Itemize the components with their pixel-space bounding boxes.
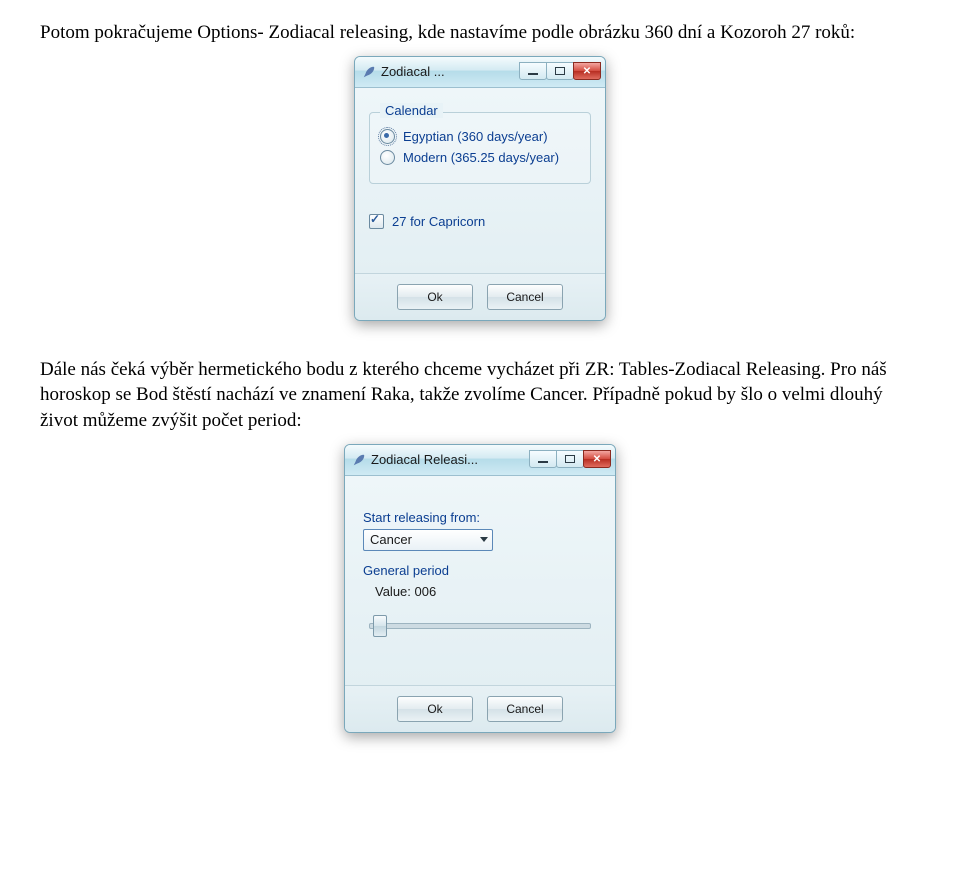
titlebar[interactable]: Zodiacal Releasi... ✕	[345, 445, 615, 476]
maximize-button[interactable]	[546, 62, 574, 80]
start-releasing-label: Start releasing from:	[363, 510, 597, 525]
window-title: Zodiacal ...	[381, 64, 445, 79]
general-period-label: General period	[363, 563, 597, 578]
calendar-group: Calendar Egyptian (360 days/year) Modern…	[369, 112, 591, 184]
minimize-button[interactable]	[519, 62, 547, 80]
chevron-down-icon	[480, 537, 488, 542]
feather-icon	[351, 452, 367, 468]
maximize-button[interactable]	[556, 450, 584, 468]
cancel-button[interactable]: Cancel	[487, 696, 563, 722]
ok-button[interactable]: Ok	[397, 696, 473, 722]
paragraph-1: Potom pokračujeme Options- Zodiacal rele…	[40, 20, 920, 46]
checkbox-27-capricorn[interactable]: 27 for Capricorn	[369, 214, 591, 229]
cancel-button[interactable]: Cancel	[487, 284, 563, 310]
period-slider[interactable]	[369, 613, 591, 637]
window-buttons: ✕	[529, 451, 611, 468]
dialog1-wrap: Zodiacal ... ✕ Calendar Egyptian (360 da…	[40, 56, 920, 327]
period-value-label: Value: 006	[375, 584, 597, 599]
zodiacal-releasing-dialog: Zodiacal Releasi... ✕ Start releasing fr…	[344, 444, 616, 733]
paragraph-2: Dále nás čeká výběr hermetického bodu z …	[40, 357, 920, 434]
dialog2-wrap: Zodiacal Releasi... ✕ Start releasing fr…	[40, 444, 920, 739]
dialog-body: Start releasing from: Cancer General per…	[345, 476, 615, 685]
close-button[interactable]: ✕	[583, 450, 611, 468]
radio-label: Modern (365.25 days/year)	[403, 150, 559, 165]
slider-thumb[interactable]	[373, 615, 387, 637]
checkbox-label: 27 for Capricorn	[392, 214, 485, 229]
minimize-button[interactable]	[529, 450, 557, 468]
checkbox-icon	[369, 214, 384, 229]
slider-track	[369, 623, 591, 629]
dialog-footer: Ok Cancel	[355, 273, 605, 320]
radio-icon	[380, 150, 395, 165]
calendar-group-legend: Calendar	[380, 103, 443, 118]
zodiacal-options-dialog: Zodiacal ... ✕ Calendar Egyptian (360 da…	[354, 56, 606, 321]
dialog-body: Calendar Egyptian (360 days/year) Modern…	[355, 88, 605, 273]
start-sign-combo[interactable]: Cancer	[363, 529, 493, 551]
ok-button[interactable]: Ok	[397, 284, 473, 310]
radio-modern[interactable]: Modern (365.25 days/year)	[380, 150, 580, 165]
combo-value: Cancer	[370, 532, 412, 547]
radio-label: Egyptian (360 days/year)	[403, 129, 548, 144]
feather-icon	[361, 64, 377, 80]
radio-egyptian[interactable]: Egyptian (360 days/year)	[380, 129, 580, 144]
titlebar[interactable]: Zodiacal ... ✕	[355, 57, 605, 88]
window-title: Zodiacal Releasi...	[371, 452, 478, 467]
close-button[interactable]: ✕	[573, 62, 601, 80]
dialog-footer: Ok Cancel	[345, 685, 615, 732]
window-buttons: ✕	[519, 63, 601, 80]
radio-icon	[380, 129, 395, 144]
